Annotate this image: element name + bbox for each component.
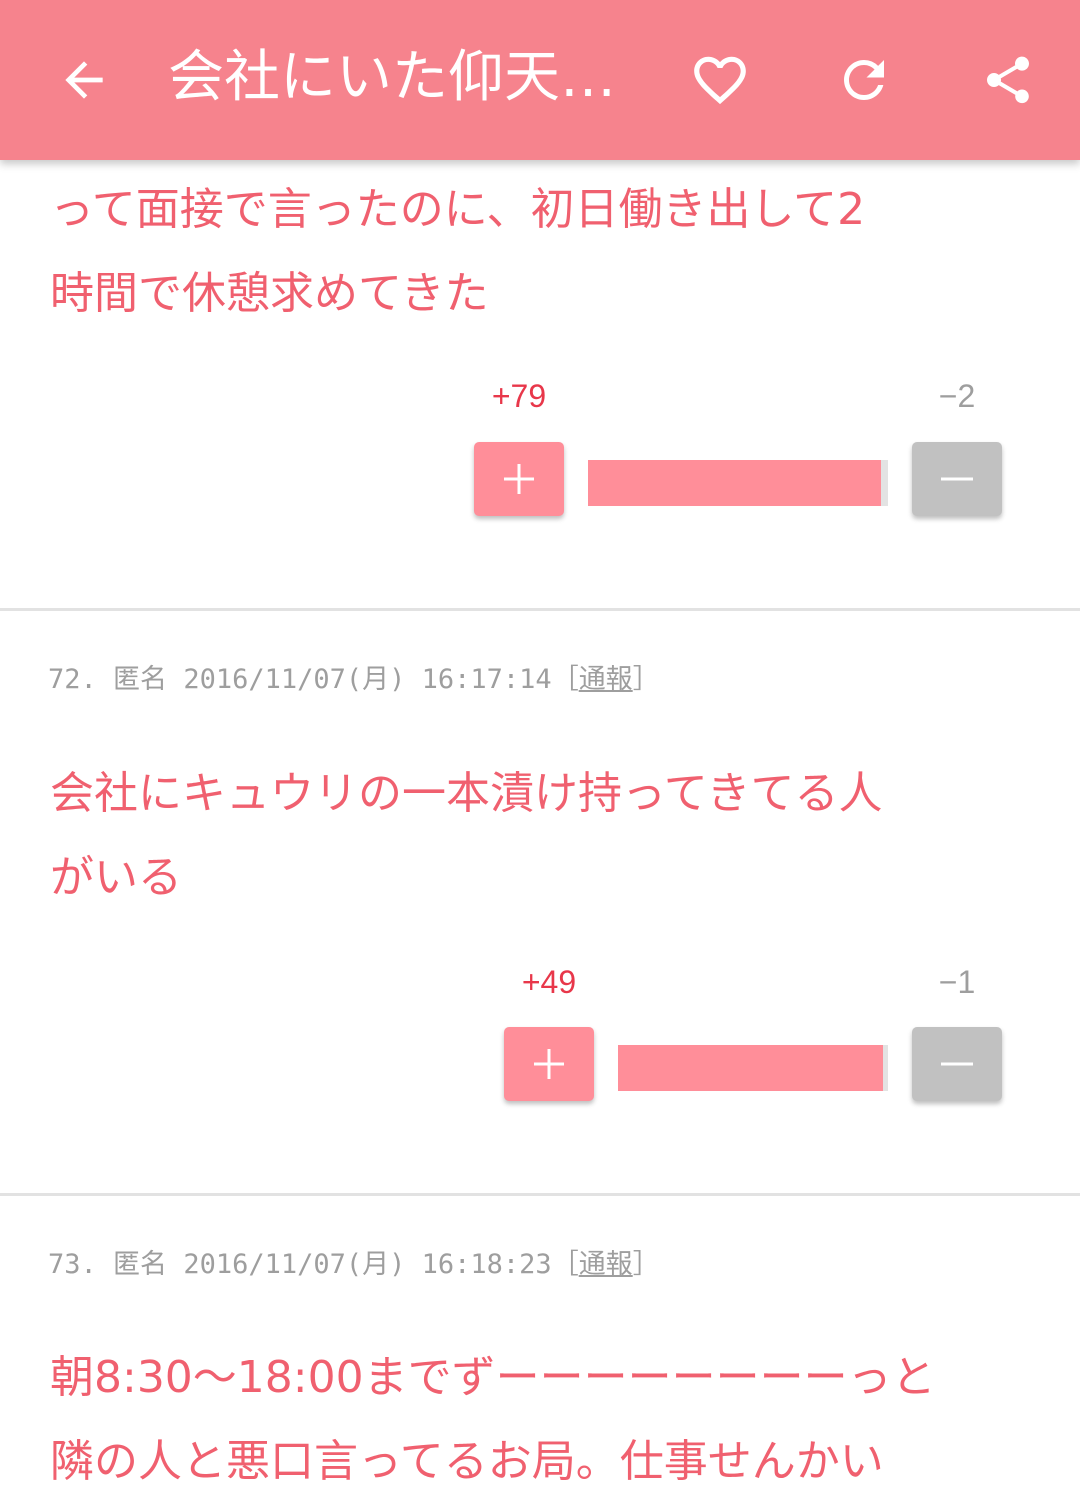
comment-number: 73. <box>48 1249 97 1280</box>
report-bracket-open: ［ <box>551 664 579 695</box>
minus-count: −2 <box>938 378 976 414</box>
page-title: 会社にいた仰天… <box>168 45 616 110</box>
comment-author: 匿名 <box>113 1249 168 1280</box>
report-bracket-open: ［ <box>551 1249 579 1280</box>
comment-meta: 72. 匿名 2016/11/07(月) 16:17:14［通報］ <box>48 660 660 700</box>
comment-body: 朝8:30〜18:00までずーーーーーーーーっと 隣の人と悪口言ってるお局。仕事… <box>50 1352 936 1487</box>
minus-count: −1 <box>938 964 976 1000</box>
divider <box>0 1193 1080 1196</box>
minus-vote-button[interactable] <box>912 442 1002 516</box>
comment-list[interactable]: って面接で言ったのに、初日働き出して2 時間で休憩求めてきた +79 −2 72… <box>0 160 1080 1490</box>
plus-vote-button[interactable] <box>474 442 564 516</box>
minus-vote-button[interactable] <box>912 1027 1002 1101</box>
comment-body: 会社にキュウリの一本漬け持ってきてる人 がいる <box>50 768 883 903</box>
vote-ratio-bar <box>618 1045 888 1091</box>
comment-author: 匿名 <box>113 664 168 695</box>
back-button[interactable] <box>34 30 134 130</box>
report-link[interactable]: 通報 <box>579 664 633 695</box>
report-bracket-close: ］ <box>632 1249 660 1280</box>
comment-datetime: 2016/11/07(月) 16:17:14 <box>183 664 552 695</box>
comment-body: って面接で言ったのに、初日働き出して2 時間で休憩求めてきた <box>50 184 866 319</box>
plus-icon <box>534 1049 564 1079</box>
share-icon <box>987 56 1029 104</box>
plus-count: +49 <box>521 964 577 1000</box>
arrow-back-icon <box>65 61 103 99</box>
plus-vote-button[interactable] <box>504 1027 594 1101</box>
plus-count: +79 <box>491 378 547 414</box>
refresh-icon <box>844 60 884 100</box>
minus-icon <box>941 1062 973 1066</box>
report-bracket-close: ］ <box>632 664 660 695</box>
app-bar: 会社にいた仰天… <box>0 0 1080 160</box>
vote-ratio-fill <box>588 460 881 506</box>
minus-icon <box>941 477 973 481</box>
comment-number: 72. <box>48 664 97 695</box>
plus-icon <box>504 464 534 494</box>
vote-ratio-fill <box>618 1045 883 1091</box>
share-button[interactable] <box>958 30 1058 130</box>
comment-datetime: 2016/11/07(月) 16:18:23 <box>183 1249 552 1280</box>
report-link[interactable]: 通報 <box>579 1249 633 1280</box>
favorite-button[interactable] <box>670 30 770 130</box>
refresh-button[interactable] <box>814 30 914 130</box>
vote-ratio-bar <box>588 460 888 506</box>
comment-meta: 73. 匿名 2016/11/07(月) 16:18:23［通報］ <box>48 1245 660 1285</box>
divider <box>0 608 1080 611</box>
heart-icon <box>694 56 746 105</box>
